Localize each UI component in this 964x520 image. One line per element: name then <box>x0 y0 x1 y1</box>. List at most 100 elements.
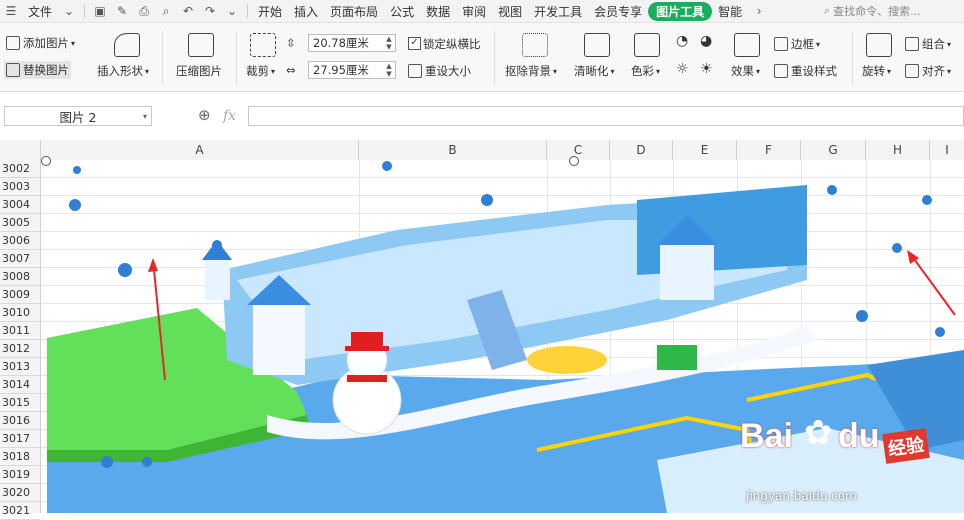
row-header[interactable]: 3009 <box>0 286 40 304</box>
row-header[interactable]: 3018 <box>0 448 40 466</box>
row-header[interactable]: 3019 <box>0 466 40 484</box>
print-preview-icon[interactable]: ⌕ <box>157 3 175 19</box>
brightness-up-icon[interactable]: ☼ <box>676 61 689 77</box>
watermark-url: jingyan.baidu.com <box>746 489 857 503</box>
chevron-down-icon[interactable]: ⌄ <box>60 3 78 19</box>
chevron-right-icon[interactable]: › <box>750 3 768 19</box>
search-input[interactable]: 查找命令、搜索... <box>833 3 921 19</box>
column-header-b[interactable]: B <box>359 140 547 160</box>
column-header-h[interactable]: H <box>866 140 930 160</box>
column-header-e[interactable]: E <box>673 140 737 160</box>
align-button[interactable]: 对齐 ▾ <box>905 63 951 79</box>
zoom-icon[interactable]: ⊕ <box>198 106 211 124</box>
add-picture-label: 添加图片 <box>23 36 69 50</box>
tab-start[interactable]: 开始 <box>252 3 288 20</box>
group-button[interactable]: 组合 ▾ <box>905 36 951 52</box>
row-header[interactable]: 3010 <box>0 304 40 322</box>
chevron-down-icon[interactable]: ▾ <box>143 112 147 121</box>
column-header-d[interactable]: D <box>610 140 673 160</box>
fx-icon[interactable]: fx <box>223 108 236 124</box>
redo-icon[interactable]: ↷ <box>201 3 219 19</box>
row-header[interactable]: 3017 <box>0 430 40 448</box>
resize-handle[interactable] <box>41 156 51 166</box>
row-header[interactable]: 3013 <box>0 358 40 376</box>
tab-developer[interactable]: 开发工具 <box>528 3 588 20</box>
replace-picture-button[interactable]: 替换图片 <box>4 61 71 79</box>
sharpen-button[interactable]: 清晰化 ▾ <box>574 63 615 79</box>
format-painter-icon[interactable]: ✎ <box>113 3 131 19</box>
contrast-down-icon[interactable]: ◕ <box>700 33 712 49</box>
column-header-f[interactable]: F <box>737 140 801 160</box>
column-header-c[interactable]: C <box>547 140 610 160</box>
crop-icon[interactable] <box>250 33 276 57</box>
row-header[interactable]: 3014 <box>0 376 40 394</box>
color-icon[interactable] <box>634 33 660 57</box>
row-header[interactable]: 3021 <box>0 502 40 520</box>
remove-background-button[interactable]: 抠除背景 ▾ <box>505 63 557 79</box>
remove-background-icon[interactable] <box>522 33 548 57</box>
row-header[interactable]: 3002 <box>0 160 40 178</box>
print-icon[interactable]: ⎙ <box>135 3 153 19</box>
effects-button[interactable]: 效果 ▾ <box>731 63 760 79</box>
row-header[interactable]: 3004 <box>0 196 40 214</box>
effects-icon[interactable] <box>734 33 760 57</box>
tab-formulas[interactable]: 公式 <box>384 3 420 20</box>
color-button[interactable]: 色彩 ▾ <box>631 63 660 79</box>
resize-handle[interactable] <box>569 156 579 166</box>
divider <box>236 31 237 85</box>
row-header[interactable]: 3015 <box>0 394 40 412</box>
tab-data[interactable]: 数据 <box>420 3 456 20</box>
hamburger-icon[interactable]: ☰ <box>2 3 20 19</box>
select-all-corner[interactable] <box>0 140 41 160</box>
snowflake <box>935 327 945 337</box>
contrast-up-icon[interactable]: ◔ <box>676 33 688 49</box>
tab-view[interactable]: 视图 <box>492 3 528 20</box>
reset-size-button[interactable]: 重设大小 <box>408 63 471 79</box>
tab-picture-tools[interactable]: 图片工具 <box>648 1 713 21</box>
rotate-button[interactable]: 旋转 ▾ <box>862 63 891 79</box>
row-header[interactable]: 3020 <box>0 484 40 502</box>
rotate-icon[interactable] <box>866 33 892 57</box>
compress-picture-button[interactable]: 压缩图片 <box>176 63 222 79</box>
reset-style-button[interactable]: 重设样式 <box>774 63 837 79</box>
height-field[interactable]: 27.95厘米 ▲ ▼ <box>308 61 396 79</box>
brightness-down-icon[interactable]: ☀ <box>700 61 713 77</box>
sharpen-label: 清晰化 <box>574 64 609 78</box>
undo-icon[interactable]: ↶ <box>179 3 197 19</box>
row-header[interactable]: 3008 <box>0 268 40 286</box>
chevron-down-icon[interactable]: ⌄ <box>223 3 241 19</box>
width-field[interactable]: 20.78厘米 ▲ ▼ <box>308 34 396 52</box>
row-header[interactable]: 3003 <box>0 178 40 196</box>
save-icon[interactable]: ▣ <box>91 3 109 19</box>
row-header[interactable]: 3005 <box>0 214 40 232</box>
command-search[interactable]: ⌕ 查找命令、搜索... <box>824 2 962 19</box>
height-stepper[interactable]: ▲ ▼ <box>383 62 395 78</box>
group-label: 组合 <box>922 37 945 51</box>
row-header[interactable]: 3007 <box>0 250 40 268</box>
file-menu[interactable]: 文件 <box>22 3 58 20</box>
width-stepper[interactable]: ▲ ▼ <box>383 35 395 51</box>
insert-shape-button[interactable]: 插入形状 ▾ <box>97 63 149 79</box>
formula-input[interactable] <box>248 106 964 126</box>
crop-button[interactable]: 裁剪 ▾ <box>246 63 275 79</box>
compress-icon[interactable] <box>188 33 214 57</box>
shape-icon[interactable] <box>114 33 140 57</box>
tab-page-layout[interactable]: 页面布局 <box>324 3 384 20</box>
reset-size-label: 重设大小 <box>425 64 471 78</box>
column-header-g[interactable]: G <box>801 140 866 160</box>
tab-smart[interactable]: 智能 <box>712 3 748 20</box>
sharpen-icon[interactable] <box>584 33 610 57</box>
lock-ratio-checkbox[interactable]: ✓ <box>408 37 421 50</box>
add-picture-button[interactable]: 添加图片 ▾ <box>6 35 75 51</box>
border-button[interactable]: 边框 ▾ <box>774 36 820 52</box>
row-header[interactable]: 3011 <box>0 322 40 340</box>
tab-insert[interactable]: 插入 <box>288 3 324 20</box>
row-header[interactable]: 3006 <box>0 232 40 250</box>
row-header[interactable]: 3012 <box>0 340 40 358</box>
tab-member[interactable]: 会员专享 <box>588 3 648 20</box>
column-header-i[interactable]: I <box>930 140 964 160</box>
tab-review[interactable]: 审阅 <box>456 3 492 20</box>
column-header-a[interactable]: A <box>41 140 359 160</box>
name-box[interactable]: 图片 2 ▾ <box>4 106 152 126</box>
row-header[interactable]: 3016 <box>0 412 40 430</box>
